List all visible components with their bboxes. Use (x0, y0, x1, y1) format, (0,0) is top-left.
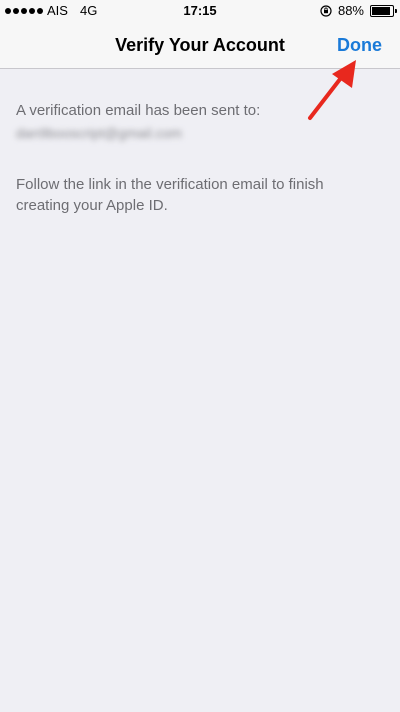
battery-fill (372, 6, 390, 15)
content-area: A verification email has been sent to: d… (16, 100, 376, 216)
done-button[interactable]: Done (337, 35, 382, 56)
verification-sent-label: A verification email has been sent to: (16, 102, 261, 119)
battery-icon (370, 4, 397, 17)
rotation-lock-icon (320, 4, 332, 17)
battery-percent: 88% (337, 3, 364, 18)
status-right: 88% (320, 3, 397, 18)
status-bar: AIS 4G 17:15 88% (0, 0, 400, 22)
email-address: dan9booscript@gmail.com (16, 125, 182, 141)
instructions-text: Follow the link in the verification emai… (16, 176, 324, 214)
